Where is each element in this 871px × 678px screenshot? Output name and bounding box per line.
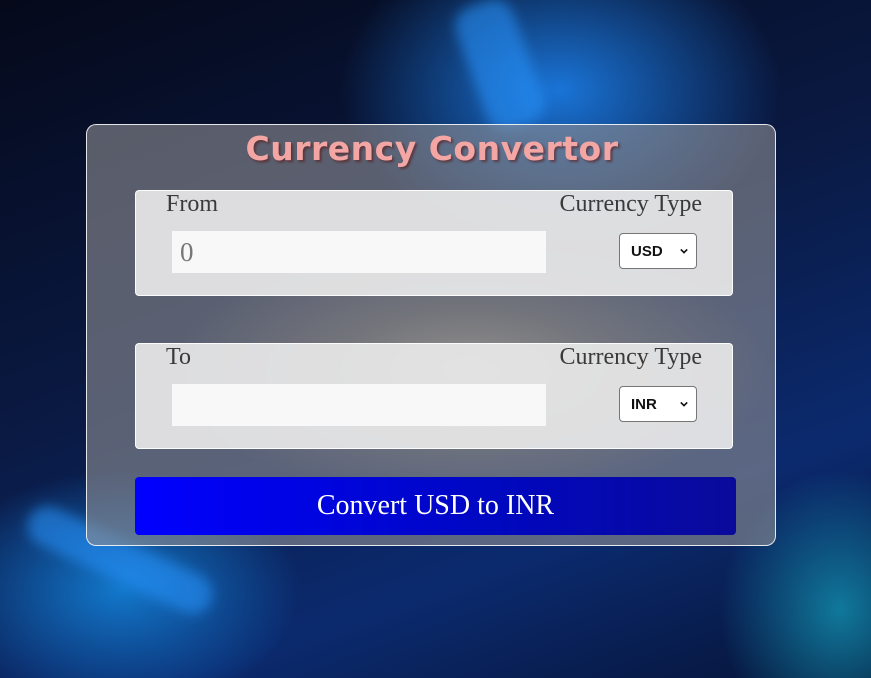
to-currency-value: INR [631,395,657,413]
convert-button[interactable]: Convert USD to INR [135,477,736,535]
from-label: From [166,191,219,217]
to-amount-output[interactable] [172,384,546,426]
chevron-down-icon [680,401,688,407]
to-currency-select[interactable]: INR [619,386,697,422]
to-panel: To Currency Type INR [135,343,733,449]
from-amount-placeholder: 0 [180,236,194,267]
page-title: Currency Convertor [245,129,619,168]
from-currency-value: USD [631,242,663,260]
from-panel: From Currency Type 0 USD [135,190,733,296]
from-currency-select[interactable]: USD [619,233,697,269]
from-amount-input[interactable]: 0 [172,231,546,273]
to-label: To [166,344,191,370]
to-currency-type-label: Currency Type [559,344,703,370]
chevron-down-icon [680,248,688,254]
from-currency-type-label: Currency Type [559,191,703,217]
converter-card: Currency Convertor From Currency Type 0 … [86,124,776,546]
